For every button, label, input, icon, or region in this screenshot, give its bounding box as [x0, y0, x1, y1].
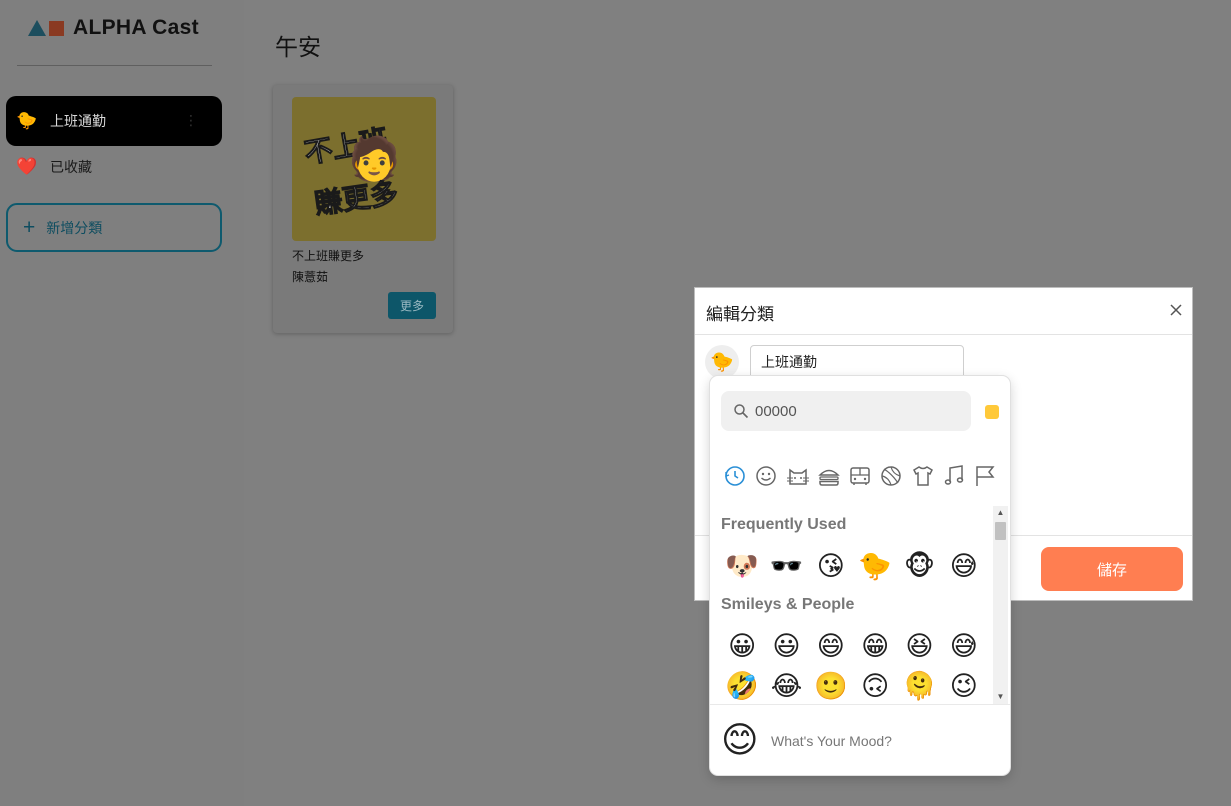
logo-square-icon	[49, 20, 64, 36]
picker-footer: 😊 What's Your Mood?	[710, 704, 1010, 775]
add-category-button[interactable]: + 新增分類	[6, 203, 222, 252]
emoji-melting[interactable]: 🫠	[897, 668, 941, 704]
emoji-upside-down[interactable]: 🙃	[853, 668, 897, 704]
emoji-picker: Frequently Used 🐶 🕶️ 😘 🐤 🐵 😅 Smileys & P…	[710, 376, 1010, 775]
mood-preview-text: What's Your Mood?	[771, 733, 892, 749]
emoji-grinning[interactable]: 😀	[720, 628, 764, 664]
save-button[interactable]: 儲存	[1041, 547, 1183, 591]
app-logo[interactable]: ALPHA Cast	[28, 14, 199, 42]
burger-icon[interactable]	[816, 463, 842, 489]
mood-preview-emoji: 😊	[721, 719, 759, 760]
podcast-title: 不上班賺更多	[292, 249, 365, 263]
heart-icon: ❤️	[16, 157, 38, 176]
scroll-up-icon[interactable]: ▲	[993, 506, 1008, 520]
close-icon[interactable]	[1168, 302, 1184, 318]
emoji-smile[interactable]: 😄	[809, 628, 853, 664]
emoji-joy[interactable]: 😂	[764, 668, 808, 704]
flag-icon[interactable]	[972, 463, 998, 489]
emoji-kiss[interactable]: 😘	[809, 548, 853, 584]
add-category-label: 新增分類	[46, 219, 103, 236]
more-options-icon[interactable]: ⋮	[184, 113, 198, 127]
clock-icon[interactable]	[722, 463, 748, 489]
smiley-icon[interactable]	[753, 463, 779, 489]
emoji-laughing[interactable]: 😆	[897, 628, 941, 664]
emoji-row: 🤣 😂 🙂 🙃 🫠 😉	[720, 668, 986, 704]
emoji-scroll-area[interactable]: Frequently Used 🐶 🕶️ 😘 🐤 🐵 😅 Smileys & P…	[710, 506, 992, 704]
podcast-cover[interactable]: 不上班 🧑 賺更多	[292, 97, 436, 241]
shirt-icon[interactable]	[910, 463, 936, 489]
group-label-smileys: Smileys & People	[721, 596, 855, 613]
emoji-wink[interactable]: 😉	[942, 668, 986, 704]
ball-icon[interactable]	[878, 463, 904, 489]
music-icon[interactable]	[941, 463, 967, 489]
sidebar-divider	[17, 65, 212, 66]
emoji-picker-button[interactable]: 🐤	[705, 345, 739, 379]
modal-title: 編輯分類	[706, 305, 774, 324]
logo-text: ALPHA Cast	[73, 16, 199, 39]
scroll-down-icon[interactable]: ▼	[993, 690, 1008, 704]
sidebar-item-label: 已收藏	[50, 159, 92, 175]
logo-triangle-icon	[28, 20, 46, 36]
group-label-frequent: Frequently Used	[721, 516, 847, 533]
sidebar-item-favorites[interactable]: ❤️ 已收藏	[6, 142, 222, 192]
sidebar-item-commute[interactable]: 🐤 上班通勤 ⋮	[6, 96, 222, 146]
emoji-smiley[interactable]: 😃	[764, 628, 808, 664]
emoji-sweat-smile[interactable]: 😅	[942, 548, 986, 584]
emoji-row: 🐶 🕶️ 😘 🐤 🐵 😅	[720, 548, 986, 584]
plus-icon: +	[23, 215, 36, 239]
cat-icon[interactable]	[785, 463, 811, 489]
search-icon	[734, 404, 749, 419]
emoji-search-box[interactable]	[721, 391, 971, 431]
emoji-search-input[interactable]	[755, 402, 955, 420]
emoji-monkey[interactable]: 🐵	[897, 548, 941, 584]
scrollbar-thumb[interactable]	[995, 522, 1006, 540]
bus-icon[interactable]	[847, 463, 873, 489]
modal-header: 編輯分類	[695, 288, 1192, 335]
sidebar-item-label: 上班通勤	[50, 113, 106, 129]
emoji-slight-smile[interactable]: 🙂	[809, 668, 853, 704]
podcast-card[interactable]: 不上班 🧑 賺更多 不上班賺更多 陳薏茹 更多	[273, 85, 453, 333]
cover-text-line2: 賺更多	[312, 177, 401, 220]
emoji-sunglasses[interactable]: 🕶️	[764, 548, 808, 584]
emoji-chick[interactable]: 🐤	[853, 548, 897, 584]
emoji-dog[interactable]: 🐶	[720, 548, 764, 584]
chick-icon: 🐤	[16, 111, 38, 130]
sidebar: ALPHA Cast 🐤 上班通勤 ⋮ ❤️ 已收藏 + 新增分類	[0, 0, 244, 806]
emoji-grin[interactable]: 😁	[853, 628, 897, 664]
skin-tone-selector[interactable]	[985, 405, 999, 419]
emoji-sweat-smile[interactable]: 😅	[942, 628, 986, 664]
more-button[interactable]: 更多	[388, 292, 436, 319]
page-title: 午安	[275, 34, 321, 60]
emoji-category-bar	[722, 463, 998, 489]
podcast-author: 陳薏茹	[292, 270, 329, 284]
emoji-rofl[interactable]: 🤣	[720, 668, 764, 704]
category-name-input[interactable]	[750, 345, 964, 379]
emoji-row: 😀 😃 😄 😁 😆 😅	[720, 628, 986, 664]
emoji-scrollbar[interactable]: ▲ ▼	[993, 506, 1008, 704]
